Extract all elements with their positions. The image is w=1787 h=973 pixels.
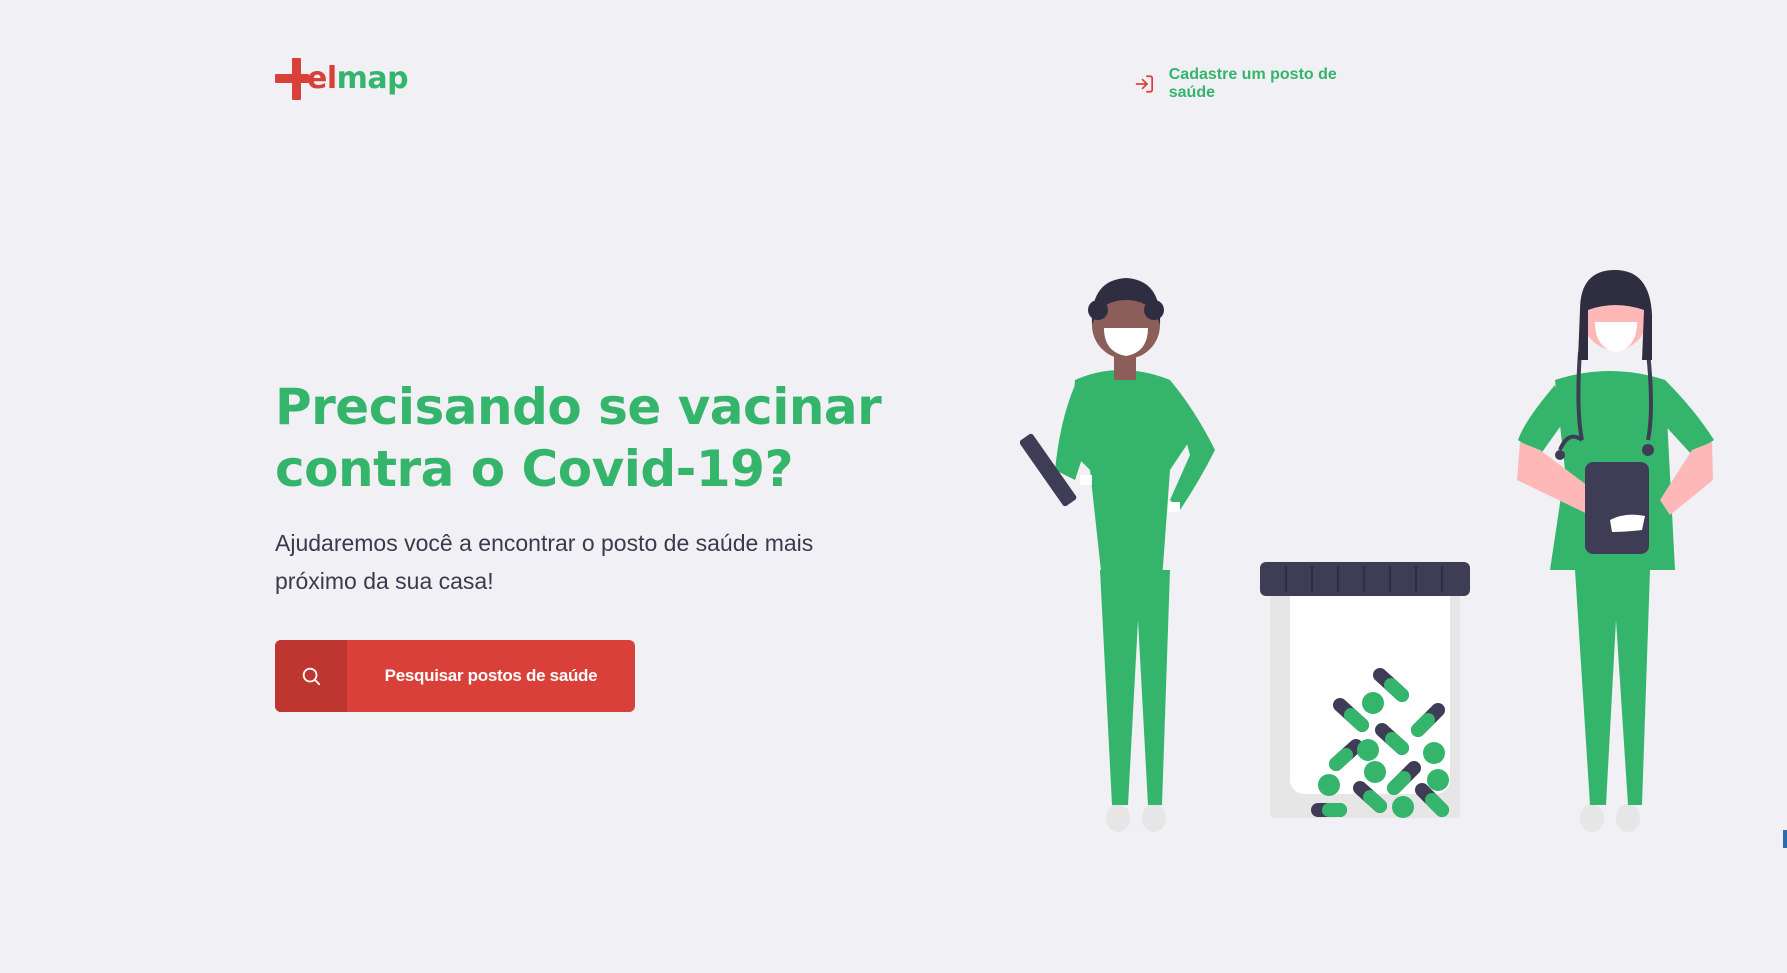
left-nurse-figure <box>1020 278 1215 832</box>
logo-text-suffix: map <box>336 61 409 96</box>
logo-text-prefix: el <box>307 61 337 96</box>
search-button-label: Pesquisar postos de saúde <box>384 666 598 685</box>
search-icon-box <box>275 640 347 712</box>
edge-marker <box>1783 830 1787 848</box>
search-health-posts-button[interactable]: Pesquisar postos de saúde <box>275 640 635 712</box>
register-health-post-link[interactable]: Cadastre um posto de saúde <box>1134 66 1375 102</box>
hero-title: Precisando se vacinar contra o Covid-19? <box>275 378 882 498</box>
logo-cross-icon <box>275 58 309 100</box>
logo-text: elmap <box>307 61 409 96</box>
register-health-post-label: Cadastre um posto de saúde <box>1168 66 1337 101</box>
hero-subtitle: Ajudaremos você a encontrar o posto de s… <box>275 530 814 594</box>
health-workers-illustration <box>1020 270 1714 832</box>
log-in-icon <box>1135 75 1154 93</box>
header: elmap Cadastre um posto de saúde <box>275 56 1375 106</box>
search-icon <box>302 667 321 686</box>
logo[interactable]: elmap <box>275 56 409 102</box>
pill-jar <box>1260 562 1470 818</box>
right-nurse-figure <box>1517 270 1714 832</box>
